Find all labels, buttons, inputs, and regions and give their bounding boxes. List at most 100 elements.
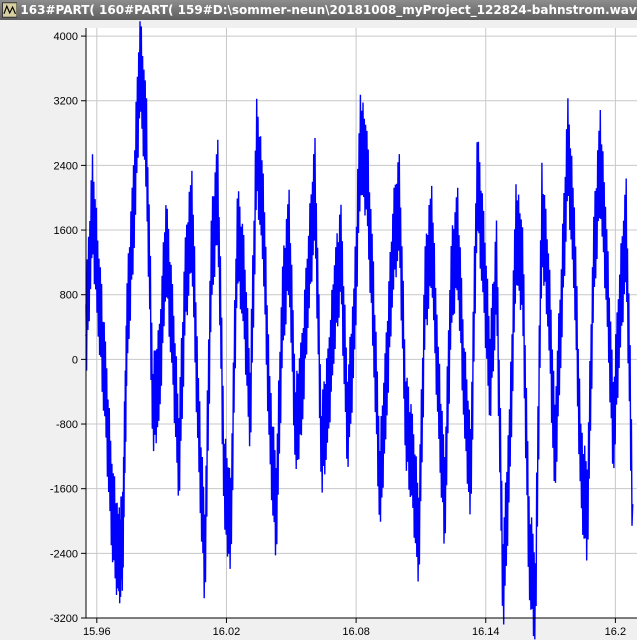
data-point bbox=[392, 245, 394, 248]
data-point bbox=[346, 423, 349, 425]
data-point bbox=[456, 237, 459, 239]
y-tick-label: -3200 bbox=[50, 613, 78, 625]
data-point bbox=[281, 310, 284, 312]
data-point bbox=[528, 544, 530, 547]
x-tick-label: 16.2 bbox=[605, 626, 626, 638]
data-point bbox=[98, 293, 100, 296]
data-point bbox=[217, 188, 219, 191]
waveform-icon bbox=[2, 2, 18, 18]
data-point bbox=[605, 269, 608, 272]
data-point bbox=[359, 140, 362, 142]
y-tick-label: 4000 bbox=[54, 31, 78, 43]
y-axis-ticks: 4000 3200 2400 1600 800 0 -800 -1600 -2400 -3200 bbox=[50, 31, 86, 625]
data-point bbox=[197, 423, 200, 425]
data-point bbox=[333, 301, 336, 304]
data-point bbox=[104, 390, 107, 393]
data-point bbox=[294, 431, 297, 433]
data-point bbox=[158, 374, 161, 377]
data-point bbox=[204, 560, 206, 563]
data-point bbox=[515, 229, 517, 231]
data-point bbox=[268, 423, 271, 425]
data-point bbox=[229, 528, 232, 530]
data-point bbox=[139, 59, 141, 62]
data-point bbox=[262, 213, 264, 215]
data-point bbox=[592, 261, 595, 264]
data-point bbox=[586, 512, 589, 514]
data-point bbox=[508, 455, 511, 458]
data-point bbox=[91, 205, 94, 207]
y-tick-label: 800 bbox=[60, 290, 78, 302]
data-point bbox=[242, 285, 245, 288]
data-point bbox=[320, 447, 323, 450]
data-point bbox=[145, 148, 148, 151]
data-point bbox=[541, 213, 543, 215]
data-point bbox=[178, 455, 180, 458]
y-tick-label: 0 bbox=[72, 354, 78, 366]
y-tick-label: -2400 bbox=[50, 548, 78, 560]
data-point bbox=[236, 229, 239, 231]
data-point bbox=[430, 229, 433, 231]
data-point bbox=[184, 285, 187, 288]
data-point bbox=[495, 269, 498, 272]
data-point bbox=[385, 382, 388, 385]
data-point bbox=[314, 188, 316, 191]
y-tick-label: 1600 bbox=[54, 225, 78, 237]
waveform-chart: 40003200240016008000-800-1600-2400-3200 … bbox=[50, 21, 637, 640]
x-tick-label: 15.96 bbox=[83, 626, 111, 638]
data-point bbox=[547, 285, 550, 288]
data-point bbox=[631, 504, 634, 506]
x-tick-label: 16.14 bbox=[472, 626, 500, 638]
data-point bbox=[111, 504, 113, 506]
data-point bbox=[560, 301, 563, 304]
data-point bbox=[567, 148, 569, 151]
data-point bbox=[554, 455, 556, 458]
data-point bbox=[398, 205, 401, 207]
data-point bbox=[327, 398, 329, 401]
data-point bbox=[126, 326, 128, 328]
data-point bbox=[366, 172, 368, 175]
y-tick-label: -800 bbox=[56, 419, 78, 431]
data-point bbox=[502, 584, 504, 587]
data-point bbox=[521, 269, 524, 272]
data-point bbox=[463, 382, 465, 385]
title-bar: 163#PART( 160#PART( 159#D:\sommer-neun\2… bbox=[0, 0, 637, 20]
y-tick-label: -1600 bbox=[50, 484, 78, 496]
x-axis-ticks: 15.96 16.02 16.08 16.14 16.2 bbox=[83, 618, 626, 638]
data-point bbox=[599, 156, 602, 159]
data-point bbox=[417, 536, 420, 538]
data-point bbox=[437, 390, 440, 393]
data-point bbox=[450, 285, 452, 288]
data-point bbox=[625, 229, 627, 231]
data-point bbox=[288, 237, 290, 239]
data-point bbox=[171, 334, 174, 336]
data-point bbox=[612, 431, 615, 433]
data-point bbox=[340, 253, 342, 256]
data-point bbox=[121, 536, 124, 538]
data-point bbox=[534, 601, 537, 603]
data-point bbox=[210, 261, 213, 264]
data-point bbox=[307, 269, 310, 272]
data-point bbox=[476, 172, 478, 175]
data-point bbox=[165, 237, 167, 239]
data-point bbox=[379, 487, 381, 490]
data-point bbox=[353, 334, 355, 336]
y-tick-label: 2400 bbox=[54, 160, 78, 172]
data-point bbox=[372, 310, 375, 312]
x-tick-label: 16.02 bbox=[213, 626, 241, 638]
data-point bbox=[301, 382, 303, 385]
data-point bbox=[580, 471, 582, 474]
data-point bbox=[618, 310, 621, 312]
data-point bbox=[573, 245, 576, 248]
data-point bbox=[469, 479, 472, 482]
data-point bbox=[249, 407, 252, 409]
data-point bbox=[191, 213, 193, 215]
data-point bbox=[255, 148, 258, 151]
data-point bbox=[424, 293, 427, 296]
data-point bbox=[152, 407, 154, 409]
y-tick-label: 3200 bbox=[54, 96, 78, 108]
window-title: 163#PART( 160#PART( 159#D:\sommer-neun\2… bbox=[20, 3, 637, 17]
data-point bbox=[404, 415, 407, 417]
data-point bbox=[117, 560, 120, 563]
x-tick-label: 16.08 bbox=[342, 626, 370, 638]
data-point bbox=[275, 512, 277, 514]
